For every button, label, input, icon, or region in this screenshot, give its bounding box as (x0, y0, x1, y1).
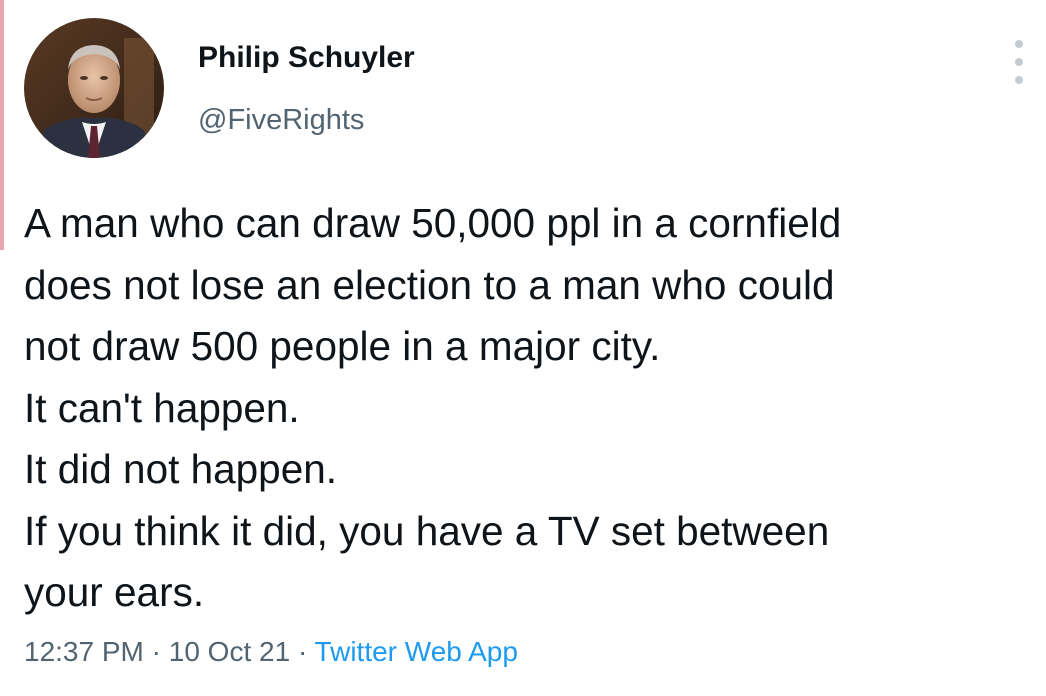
meta-separator: · (297, 636, 308, 667)
tweet-date[interactable]: 10 Oct 21 (169, 636, 290, 667)
tweet-text-line: It did not happen. (24, 446, 338, 492)
meta-separator: · (151, 636, 161, 667)
tweet-text: A man who can draw 50,000 ppl in a cornf… (24, 193, 1034, 624)
tweet-time[interactable]: 12:37 PM (24, 636, 144, 667)
tweet-card: Philip Schuyler @FiveRights A man who ca… (0, 0, 1046, 696)
avatar-image (24, 18, 164, 158)
tweet-text-line: If you think it did, you have a TV set b… (24, 507, 830, 554)
tweet-metadata: 12:37 PM · 10 Oct 21 · Twitter Web App (24, 636, 518, 668)
tweet-source-link[interactable]: Twitter Web App (315, 636, 518, 667)
author-handle[interactable]: @FiveRights (198, 104, 364, 137)
more-options-button[interactable] (1006, 40, 1032, 84)
tweet-text-line: not draw 500 people in a major city. (24, 323, 661, 369)
tweet-text-line: A man who can draw 50,000 ppl in a cornf… (24, 200, 842, 246)
tweet-text-line: does not lose an election to a man who c… (24, 261, 835, 308)
tweet-text-line: It can't happen. (24, 384, 300, 431)
avatar[interactable] (24, 18, 164, 158)
vertical-ellipsis-icon (1015, 40, 1023, 48)
vertical-ellipsis-icon (1015, 58, 1023, 66)
tweet-text-line: your ears. (24, 569, 205, 615)
vertical-ellipsis-icon (1015, 76, 1023, 84)
author-name[interactable]: Philip Schuyler (198, 41, 415, 75)
